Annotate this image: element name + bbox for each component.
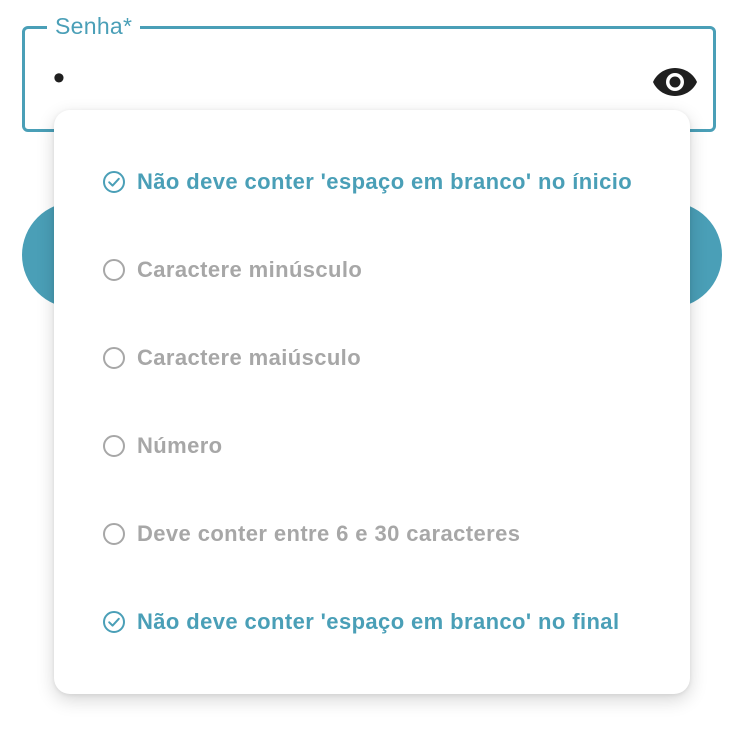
requirement-text: Não deve conter 'espaço em branco' no fi… [137, 609, 620, 634]
requirement-text: Número [137, 433, 223, 458]
requirement-item: Caractere minúsculo [102, 255, 362, 285]
requirement-item: Deve conter entre 6 e 30 caracteres [102, 519, 520, 549]
empty-circle-icon [102, 434, 126, 458]
check-circle-icon [102, 610, 126, 634]
requirement-text: Não deve conter 'espaço em branco' no ín… [137, 169, 633, 194]
eye-icon-svg [653, 68, 697, 96]
check-circle-icon [102, 170, 126, 194]
requirement-text: Caractere maiúsculo [137, 345, 362, 370]
eye-icon[interactable] [651, 65, 699, 99]
requirement-item: Caractere maiúsculo [102, 343, 361, 373]
password-form: Senha* • Não deve conter 'espaço em bran… [0, 0, 756, 736]
empty-circle-icon [102, 346, 126, 370]
requirement-item: Número [102, 431, 223, 461]
password-requirements-popover: Não deve conter 'espaço em branco' no ín… [54, 110, 690, 694]
requirement-text: Deve conter entre 6 e 30 caracteres [137, 521, 521, 546]
requirement-item: Não deve conter 'espaço em branco' no ín… [102, 167, 632, 197]
password-label: Senha* [47, 13, 141, 39]
password-input[interactable]: • [53, 61, 69, 95]
requirement-text: Caractere minúsculo [137, 257, 363, 282]
empty-circle-icon [102, 522, 126, 546]
empty-circle-icon [102, 258, 126, 282]
requirement-item: Não deve conter 'espaço em branco' no fi… [102, 607, 619, 637]
